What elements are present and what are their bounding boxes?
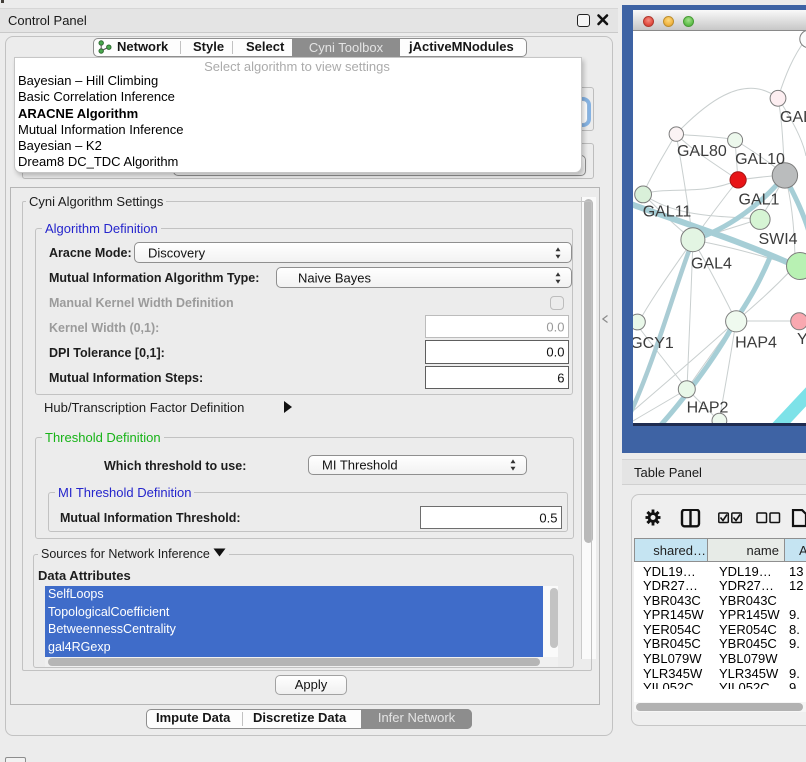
svg-text:GAL11: GAL11 xyxy=(643,204,692,221)
svg-text:HAP2: HAP2 xyxy=(687,400,729,417)
svg-text:HAP4: HAP4 xyxy=(735,335,777,352)
svg-text:GAL80: GAL80 xyxy=(677,143,727,160)
svg-text:SWI4: SWI4 xyxy=(758,231,797,248)
svg-text:GCY1: GCY1 xyxy=(633,335,674,352)
svg-text:Y: Y xyxy=(797,331,806,348)
svg-text:GAL4: GAL4 xyxy=(691,256,732,273)
svg-text:GAL1: GAL1 xyxy=(739,192,780,209)
svg-text:GAL10: GAL10 xyxy=(735,151,785,168)
svg-text:GAL: GAL xyxy=(780,109,806,126)
